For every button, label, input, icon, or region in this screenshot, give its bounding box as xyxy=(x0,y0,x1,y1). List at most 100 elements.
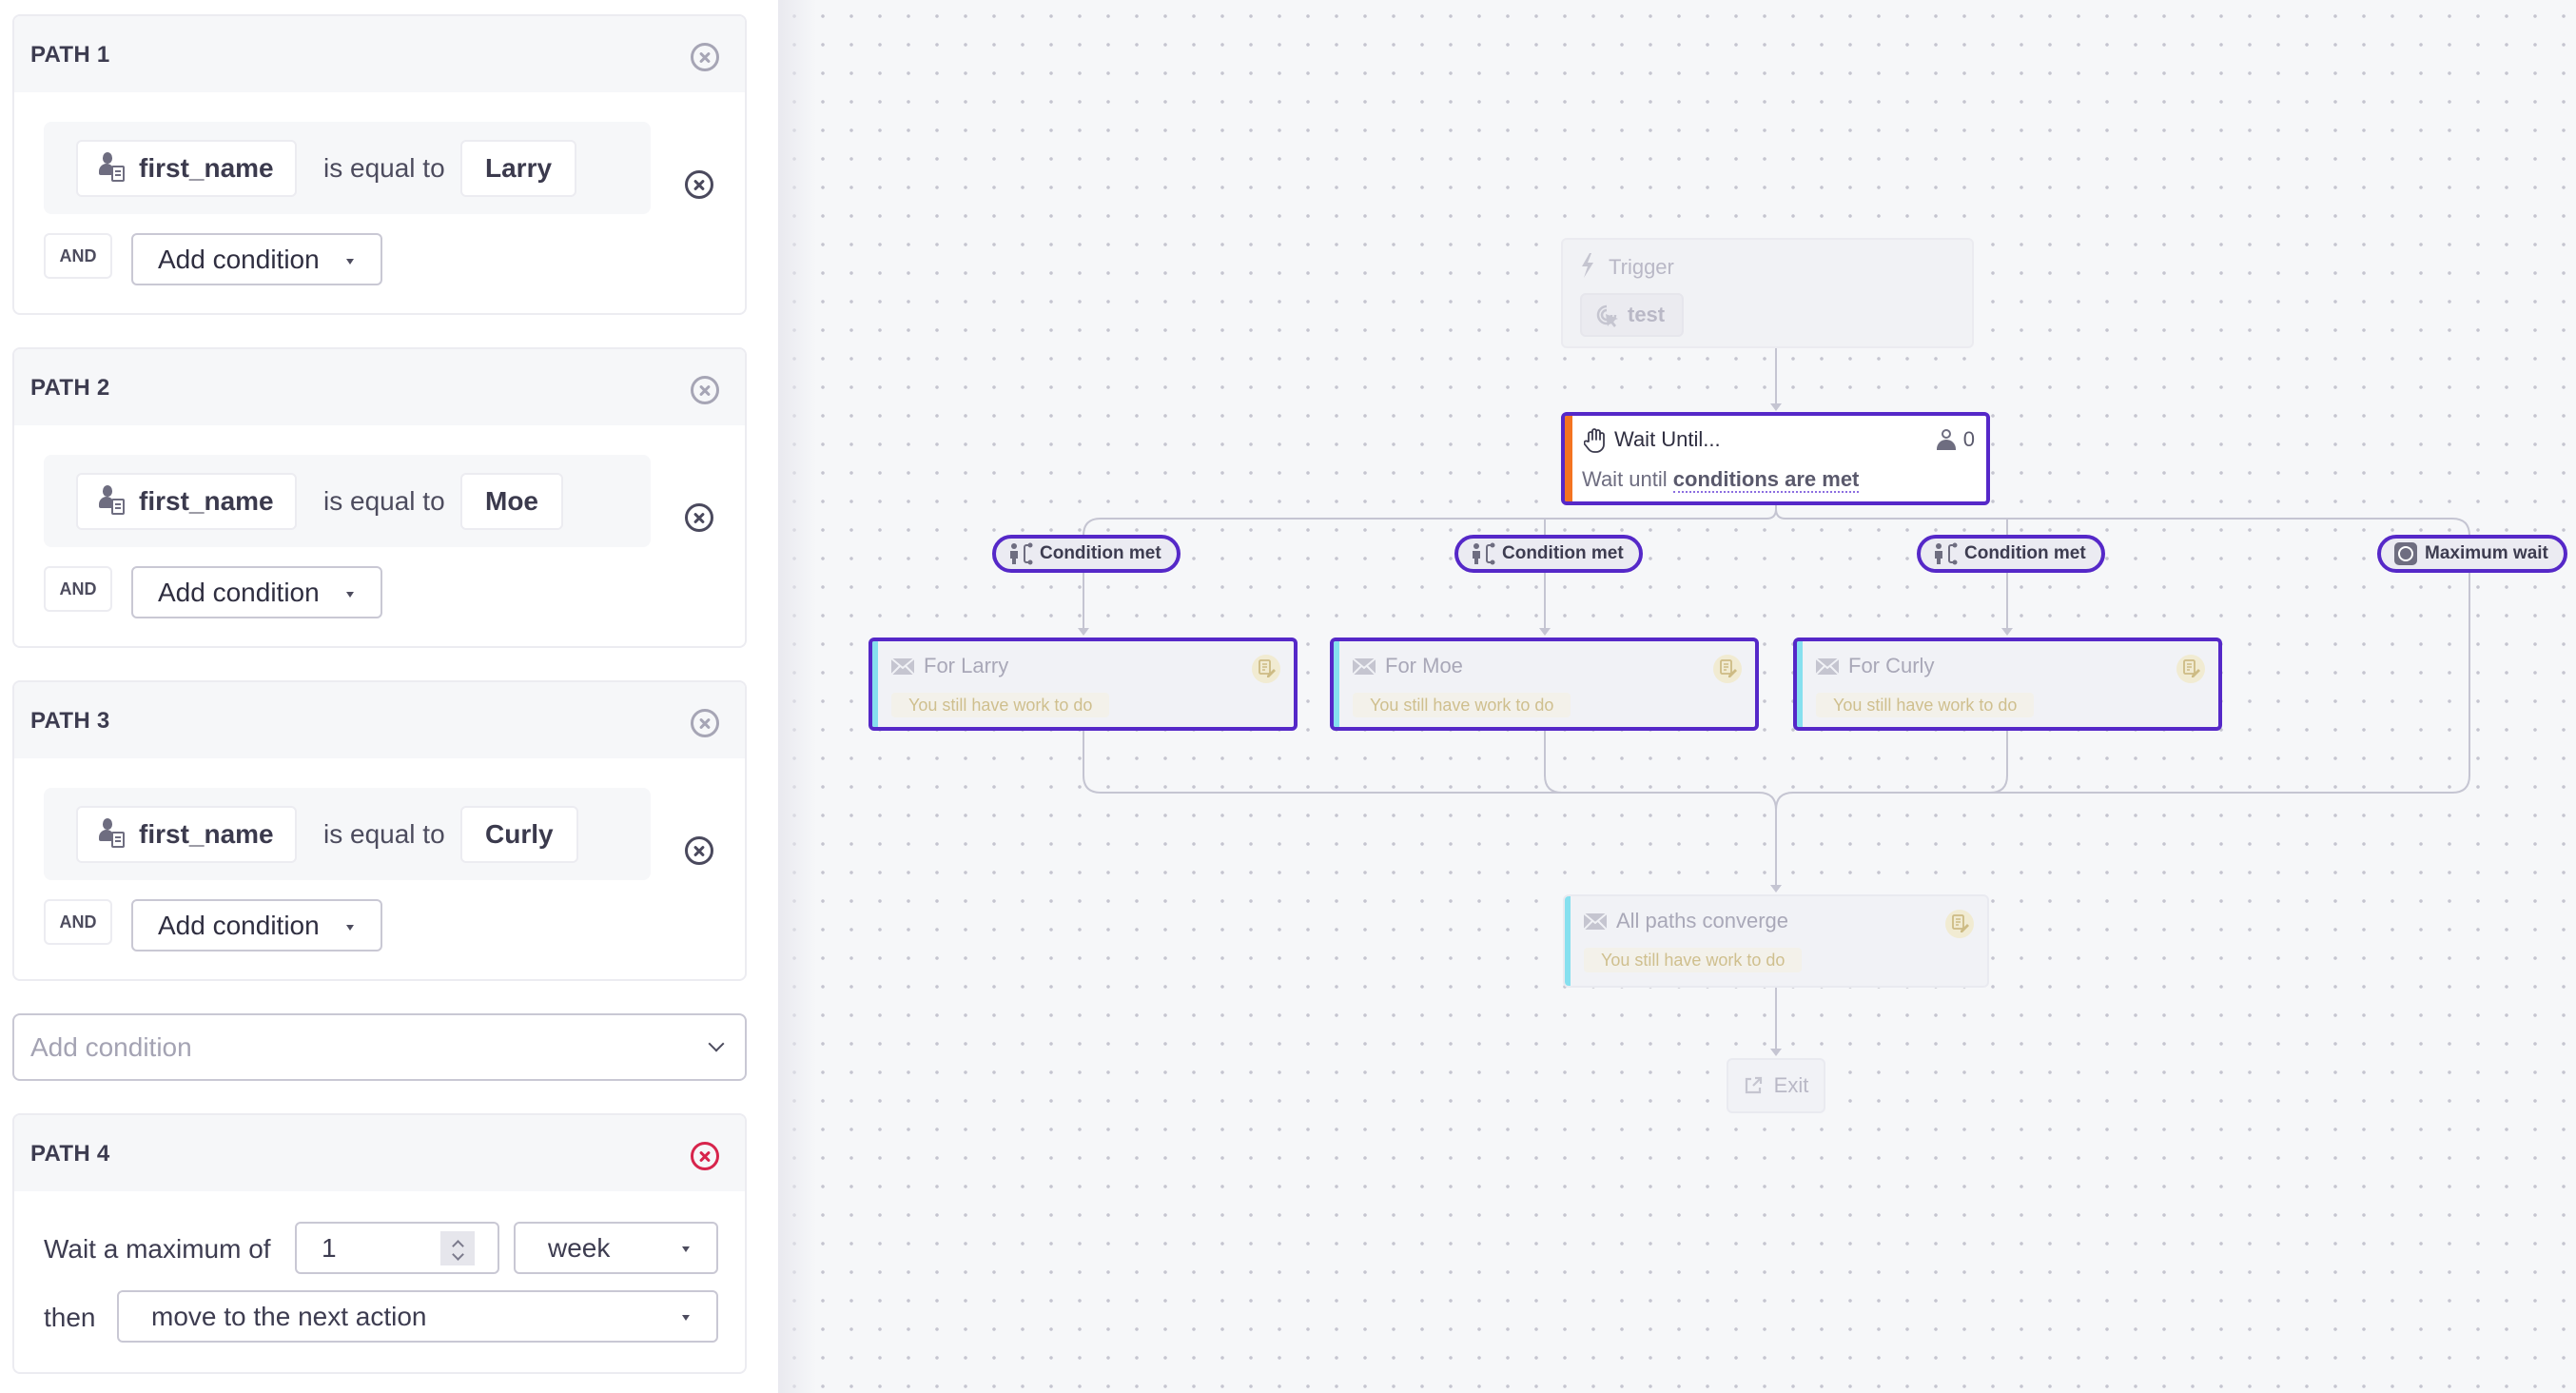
operator-label: is equal to xyxy=(323,818,445,849)
caret-down-icon xyxy=(682,1315,690,1321)
envelope-icon xyxy=(1816,658,1839,675)
node-accent-stripe xyxy=(1334,641,1339,727)
envelope-icon xyxy=(891,658,914,675)
trigger-title: Trigger xyxy=(1609,255,1674,279)
value-chip[interactable]: Moe xyxy=(460,473,563,530)
email-node-moe[interactable]: For Moe You still have work to do xyxy=(1330,638,1759,731)
edit-content-icon[interactable] xyxy=(1945,910,1974,938)
exit-node[interactable]: Exit xyxy=(1727,1058,1825,1113)
email-node-curly[interactable]: For Curly You still have work to do xyxy=(1793,638,2222,731)
email-node-larry[interactable]: For Larry You still have work to do xyxy=(868,638,1298,731)
todo-status-badge: You still have work to do xyxy=(1584,948,1803,972)
people-count-value: 0 xyxy=(1962,427,1975,451)
pill-label: Maximum wait xyxy=(2425,543,2548,563)
remove-condition-icon[interactable] xyxy=(685,836,713,865)
wait-unit-select[interactable]: week xyxy=(514,1222,718,1274)
node-accent-stripe xyxy=(1565,416,1572,501)
add-condition-dropdown[interactable]: Add condition xyxy=(131,233,382,285)
pill-label: Condition met xyxy=(1040,543,1161,563)
add-condition-select[interactable]: Add condition xyxy=(12,1013,747,1081)
stepper-down-icon[interactable] xyxy=(451,1248,464,1261)
path-title: PATH 3 xyxy=(30,708,110,734)
value-chip[interactable]: Larry xyxy=(460,140,577,197)
conditions-link[interactable]: conditions are met xyxy=(1672,467,1860,493)
people-count: 0 xyxy=(1936,427,1975,452)
condition-met-pill[interactable]: Condition met xyxy=(1454,535,1643,573)
field-chip[interactable]: first_name xyxy=(76,806,297,863)
and-badge: AND xyxy=(44,566,112,612)
edit-content-icon[interactable] xyxy=(2176,655,2205,683)
trigger-event-chip[interactable]: test xyxy=(1580,293,1685,337)
remove-path-icon[interactable] xyxy=(691,43,719,71)
person-icon xyxy=(1936,429,1956,450)
condition-row: first_name is equal to Moe xyxy=(44,455,651,547)
condition-met-pill[interactable]: Condition met xyxy=(1917,535,2105,573)
clock-icon xyxy=(2394,542,2417,565)
branch-person-icon xyxy=(1473,542,1495,565)
field-chip[interactable]: first_name xyxy=(76,473,297,530)
caret-down-icon xyxy=(682,1246,690,1252)
path-settings-panel: PATH 1 first_name is equal to Larry AND … xyxy=(0,0,778,1393)
branch-person-icon xyxy=(1010,542,1033,565)
path-header: PATH 1 xyxy=(14,16,745,92)
add-condition-dropdown[interactable]: Add condition xyxy=(131,899,382,952)
wait-unit-value: week xyxy=(548,1232,611,1263)
pill-label: Condition met xyxy=(1964,543,2086,563)
condition-met-pill[interactable]: Condition met xyxy=(992,535,1181,573)
operator-label: is equal to xyxy=(323,152,445,183)
caret-down-icon xyxy=(345,924,354,931)
edit-content-icon[interactable] xyxy=(1713,655,1742,683)
node-accent-stripe xyxy=(1565,896,1571,986)
operator-label: is equal to xyxy=(323,485,445,516)
wait-until-node[interactable]: Wait Until... 0 Wait until conditions ar… xyxy=(1561,412,1990,505)
hand-icon xyxy=(1584,428,1605,453)
converge-title: All paths converge xyxy=(1616,909,1788,932)
path-header: PATH 4 xyxy=(14,1115,745,1191)
maximum-wait-pill[interactable]: Maximum wait xyxy=(2377,535,2567,573)
and-badge: AND xyxy=(44,899,112,945)
remove-condition-icon[interactable] xyxy=(685,503,713,532)
trigger-node[interactable]: Trigger test xyxy=(1561,238,1974,348)
wait-amount-input[interactable]: 1 xyxy=(295,1222,499,1274)
envelope-icon xyxy=(1584,913,1607,930)
todo-status-badge: You still have work to do xyxy=(1816,693,2035,717)
value-chip[interactable]: Curly xyxy=(460,806,578,863)
caret-down-icon xyxy=(345,258,354,265)
todo-status-badge: You still have work to do xyxy=(891,693,1110,717)
path-title: PATH 4 xyxy=(30,1141,110,1167)
then-action-select[interactable]: move to the next action xyxy=(117,1290,718,1343)
field-name: first_name xyxy=(139,819,274,849)
wait-maximum-label: Wait a maximum of xyxy=(44,1234,271,1264)
path-card-3: PATH 3 first_name is equal to Curly AND … xyxy=(12,680,747,981)
add-condition-label: Add condition xyxy=(158,244,320,274)
condition-row: first_name is equal to Larry xyxy=(44,122,651,214)
path-header: PATH 2 xyxy=(14,349,745,425)
wait-amount-value: 1 xyxy=(322,1232,337,1263)
number-stepper[interactable] xyxy=(440,1231,475,1265)
remove-path-icon[interactable] xyxy=(691,1142,719,1170)
converge-node[interactable]: All paths converge You still have work t… xyxy=(1563,894,1989,988)
remove-condition-icon[interactable] xyxy=(685,170,713,199)
caret-down-icon xyxy=(345,591,354,598)
field-name: first_name xyxy=(139,153,274,183)
path-card-1: PATH 1 first_name is equal to Larry AND … xyxy=(12,14,747,315)
trigger-event-name: test xyxy=(1628,303,1666,326)
node-accent-stripe xyxy=(1797,641,1803,727)
pill-label: Condition met xyxy=(1502,543,1624,563)
chevron-down-icon xyxy=(708,1035,725,1052)
field-chip[interactable]: first_name xyxy=(76,140,297,197)
then-action-value: move to the next action xyxy=(151,1301,427,1331)
exit-label: Exit xyxy=(1773,1073,1809,1097)
branch-person-icon xyxy=(1935,542,1958,565)
email-node-title: For Larry xyxy=(924,654,1009,677)
node-accent-stripe xyxy=(872,641,878,727)
edit-content-icon[interactable] xyxy=(1252,655,1280,683)
remove-path-icon[interactable] xyxy=(691,376,719,404)
path-card-2: PATH 2 first_name is equal to Moe AND Ad… xyxy=(12,347,747,648)
wait-until-description: Wait until conditions are met xyxy=(1582,467,1860,493)
add-condition-label: Add condition xyxy=(158,910,320,940)
condition-row: first_name is equal to Curly xyxy=(44,788,651,880)
add-condition-dropdown[interactable]: Add condition xyxy=(131,566,382,618)
remove-path-icon[interactable] xyxy=(691,709,719,737)
then-label: then xyxy=(44,1303,96,1332)
